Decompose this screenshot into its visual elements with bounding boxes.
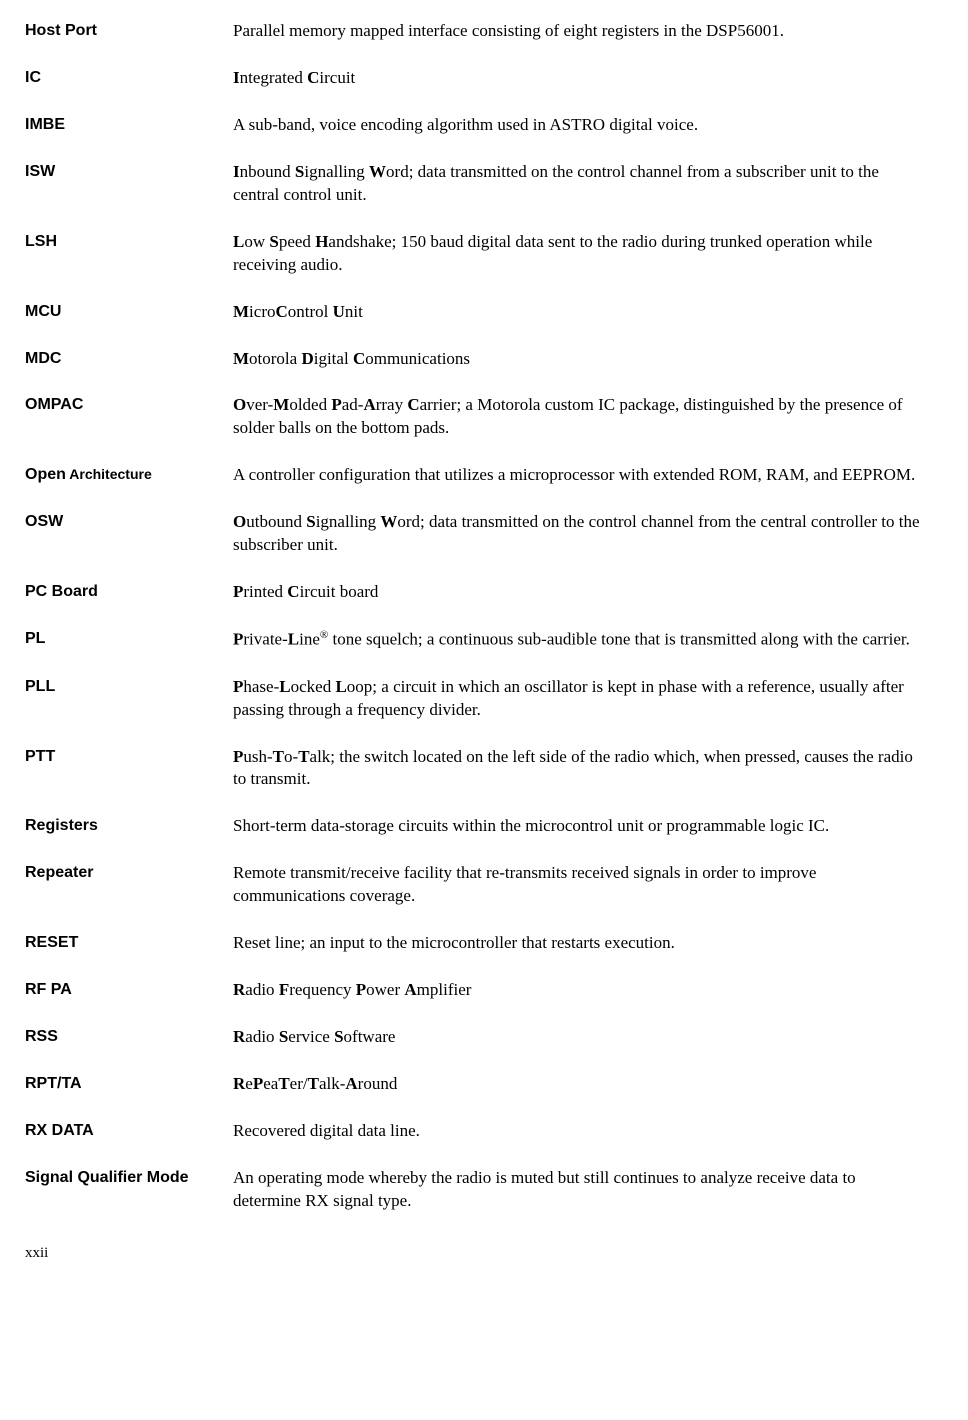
glossary-definition: Push-To-Talk; the switch located on the … bbox=[233, 746, 923, 792]
glossary-definition: MicroControl Unit bbox=[233, 301, 923, 324]
glossary-term: LSH bbox=[25, 231, 233, 253]
glossary-entry: PC BoardPrinted Circuit board bbox=[25, 581, 923, 604]
glossary-term: OMPAC bbox=[25, 394, 233, 416]
glossary-entry: PLLPhase-Locked Loop; a circuit in which… bbox=[25, 676, 923, 722]
glossary-entry: Signal Qualifier ModeAn operating mode w… bbox=[25, 1167, 923, 1213]
glossary-term: PL bbox=[25, 628, 233, 650]
glossary-definition: Motorola Digital Communications bbox=[233, 348, 923, 371]
glossary-entry: OSWOutbound Signalling Word; data transm… bbox=[25, 511, 923, 557]
glossary-entry: RepeaterRemote transmit/receive facility… bbox=[25, 862, 923, 908]
glossary-term: PC Board bbox=[25, 581, 233, 603]
glossary-entry: RPT/TARePeaTer/Talk-Around bbox=[25, 1073, 923, 1096]
glossary-definition: Reset line; an input to the microcontrol… bbox=[233, 932, 923, 955]
glossary-definition: Radio Frequency Power Amplifier bbox=[233, 979, 923, 1002]
glossary-term: Repeater bbox=[25, 862, 233, 884]
glossary-term: PLL bbox=[25, 676, 233, 698]
glossary-term: IMBE bbox=[25, 114, 233, 136]
glossary-entry: OMPACOver-Molded Pad-Array Carrier; a Mo… bbox=[25, 394, 923, 440]
glossary-definition: Private-Line® tone squelch; a continuous… bbox=[233, 628, 923, 652]
glossary-entry: LSHLow Speed Handshake; 150 baud digital… bbox=[25, 231, 923, 277]
glossary-definition: RePeaTer/Talk-Around bbox=[233, 1073, 923, 1096]
glossary-entry: MDCMotorola Digital Communications bbox=[25, 348, 923, 371]
glossary-term: PTT bbox=[25, 746, 233, 768]
glossary-term: ISW bbox=[25, 161, 233, 183]
glossary-term: RPT/TA bbox=[25, 1073, 233, 1095]
glossary-list: Host PortParallel memory mapped interfac… bbox=[25, 20, 923, 1213]
glossary-entry: ISWInbound Signalling Word; data transmi… bbox=[25, 161, 923, 207]
glossary-definition: Integrated Circuit bbox=[233, 67, 923, 90]
glossary-definition: Inbound Signalling Word; data transmitte… bbox=[233, 161, 923, 207]
page-number: xxii bbox=[25, 1243, 923, 1263]
glossary-entry: RF PARadio Frequency Power Amplifier bbox=[25, 979, 923, 1002]
glossary-definition: Remote transmit/receive facility that re… bbox=[233, 862, 923, 908]
glossary-entry: ICIntegrated Circuit bbox=[25, 67, 923, 90]
glossary-term: RSS bbox=[25, 1026, 233, 1048]
glossary-entry: PTTPush-To-Talk; the switch located on t… bbox=[25, 746, 923, 792]
glossary-definition: Radio Service Software bbox=[233, 1026, 923, 1049]
glossary-entry: RX DATARecovered digital data line. bbox=[25, 1120, 923, 1143]
glossary-term: IC bbox=[25, 67, 233, 89]
glossary-entry: RESETReset line; an input to the microco… bbox=[25, 932, 923, 955]
glossary-definition: Parallel memory mapped interface consist… bbox=[233, 20, 923, 43]
glossary-entry: PLPrivate-Line® tone squelch; a continuo… bbox=[25, 628, 923, 652]
glossary-term: Host Port bbox=[25, 20, 233, 42]
glossary-entry: IMBEA sub-band, voice encoding algorithm… bbox=[25, 114, 923, 137]
glossary-term: Registers bbox=[25, 815, 233, 837]
glossary-definition: Over-Molded Pad-Array Carrier; a Motorol… bbox=[233, 394, 923, 440]
glossary-definition: Phase-Locked Loop; a circuit in which an… bbox=[233, 676, 923, 722]
glossary-entry: Open ArchitectureA controller configurat… bbox=[25, 464, 923, 487]
glossary-entry: MCUMicroControl Unit bbox=[25, 301, 923, 324]
glossary-term: RX DATA bbox=[25, 1120, 233, 1142]
glossary-entry: Host PortParallel memory mapped interfac… bbox=[25, 20, 923, 43]
glossary-term: RESET bbox=[25, 932, 233, 954]
glossary-entry: RegistersShort-term data-storage circuit… bbox=[25, 815, 923, 838]
glossary-term: OSW bbox=[25, 511, 233, 533]
glossary-definition: An operating mode whereby the radio is m… bbox=[233, 1167, 923, 1213]
glossary-term: MDC bbox=[25, 348, 233, 370]
glossary-term: RF PA bbox=[25, 979, 233, 1001]
glossary-definition: Low Speed Handshake; 150 baud digital da… bbox=[233, 231, 923, 277]
glossary-definition: Printed Circuit board bbox=[233, 581, 923, 604]
glossary-term: MCU bbox=[25, 301, 233, 323]
glossary-definition: Short-term data-storage circuits within … bbox=[233, 815, 923, 838]
glossary-definition: Outbound Signalling Word; data transmitt… bbox=[233, 511, 923, 557]
glossary-entry: RSSRadio Service Software bbox=[25, 1026, 923, 1049]
glossary-term: Signal Qualifier Mode bbox=[25, 1167, 233, 1189]
glossary-definition: Recovered digital data line. bbox=[233, 1120, 923, 1143]
glossary-term: Open Architecture bbox=[25, 464, 233, 486]
glossary-definition: A sub-band, voice encoding algorithm use… bbox=[233, 114, 923, 137]
glossary-definition: A controller configuration that utilizes… bbox=[233, 464, 923, 487]
